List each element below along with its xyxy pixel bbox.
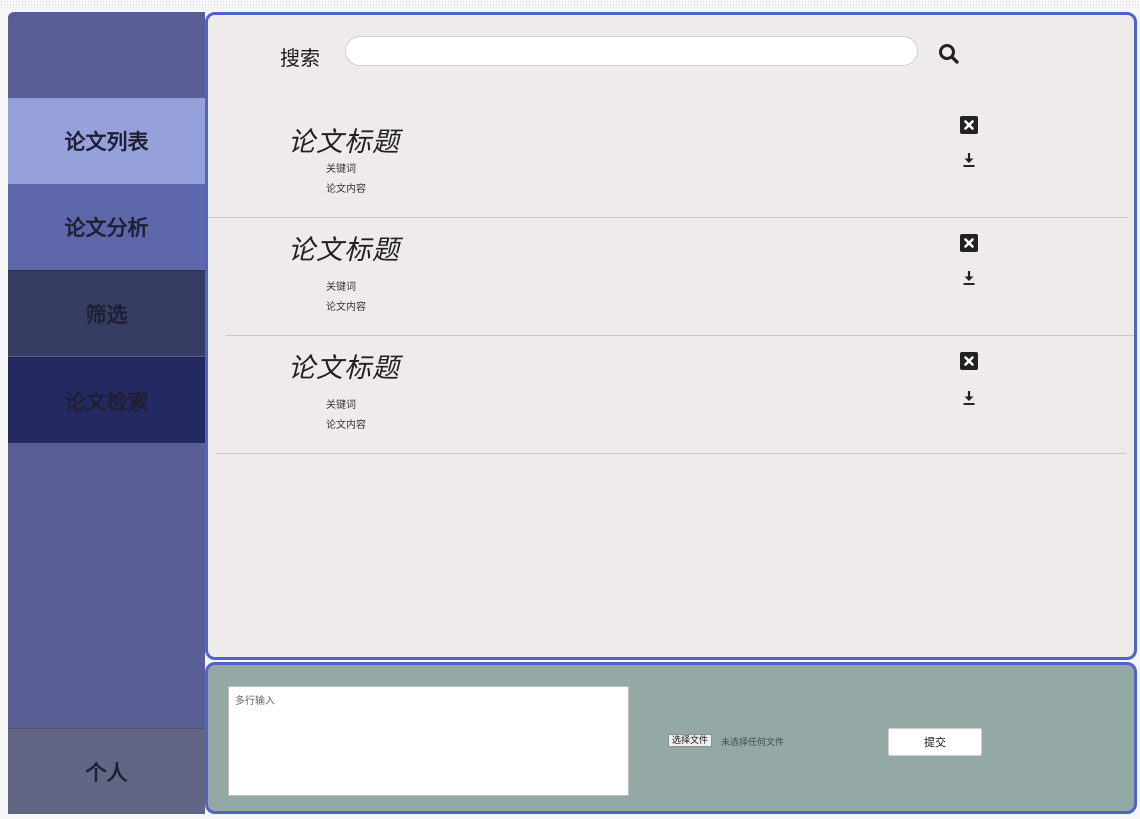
choose-file-button[interactable]: 选择文件 [668,734,713,747]
search-label: 搜索 [280,46,320,70]
submit-button[interactable]: 提交 [888,728,982,756]
sidebar-item-personal[interactable]: 个人 [8,728,205,814]
paper-title[interactable]: 论文标题 [288,120,400,159]
paper-keywords: 关键词 [326,282,356,293]
sidebar-item-label: 个人 [85,760,128,785]
paper-item: 论文标题 关键词 论文内容 [208,218,1134,336]
submit-button-label: 提交 [924,736,946,749]
download-icon[interactable] [959,388,979,408]
download-icon[interactable] [959,268,979,288]
paper-content: 论文内容 [326,420,366,431]
close-square-icon[interactable] [959,115,979,135]
close-square-icon[interactable] [959,233,979,253]
search-input[interactable] [345,36,918,66]
file-status-text: 未选择任何文件 [721,738,785,748]
paper-content: 论文内容 [326,302,366,313]
sidebar-item-paper-search[interactable]: 论文检索 [8,357,205,443]
sidebar: 论文列表 论文分析 筛选 论文检索 个人 [8,12,205,814]
paper-content: 论文内容 [326,184,366,195]
sidebar-item-label: 论文分析 [64,216,149,240]
paper-item: 论文标题 关键词 论文内容 [208,336,1134,454]
paper-item: 论文标题 关键词 论文内容 [208,100,1134,218]
search-icon[interactable] [936,41,962,67]
multiline-input[interactable] [228,686,629,796]
paper-title[interactable]: 论文标题 [288,346,400,385]
sidebar-item-label: 论文列表 [64,130,149,154]
divider [216,453,1126,454]
download-icon[interactable] [959,150,979,170]
sidebar-item-paper-list[interactable]: 论文列表 [8,98,205,184]
paper-keywords: 关键词 [326,164,356,175]
sidebar-item-label: 论文检索 [64,389,149,414]
close-square-icon[interactable] [959,351,979,371]
sidebar-item-paper-analysis[interactable]: 论文分析 [8,184,205,270]
paper-title[interactable]: 论文标题 [288,228,400,267]
sidebar-item-filter[interactable]: 筛选 [8,270,205,356]
paper-list-panel: 搜索 论文标题 关键词 论文内容 论文标题 关键词 论文内容 论文标题 关键词 … [205,12,1137,660]
top-dotted-border [0,0,1140,10]
upload-panel: 选择文件 未选择任何文件 提交 [205,662,1137,814]
paper-keywords: 关键词 [326,400,356,411]
sidebar-item-label: 筛选 [85,302,128,327]
app-root: 论文列表 论文分析 筛选 论文检索 个人 搜索 论文标题 关键词 论文内容 论文… [0,0,1140,819]
